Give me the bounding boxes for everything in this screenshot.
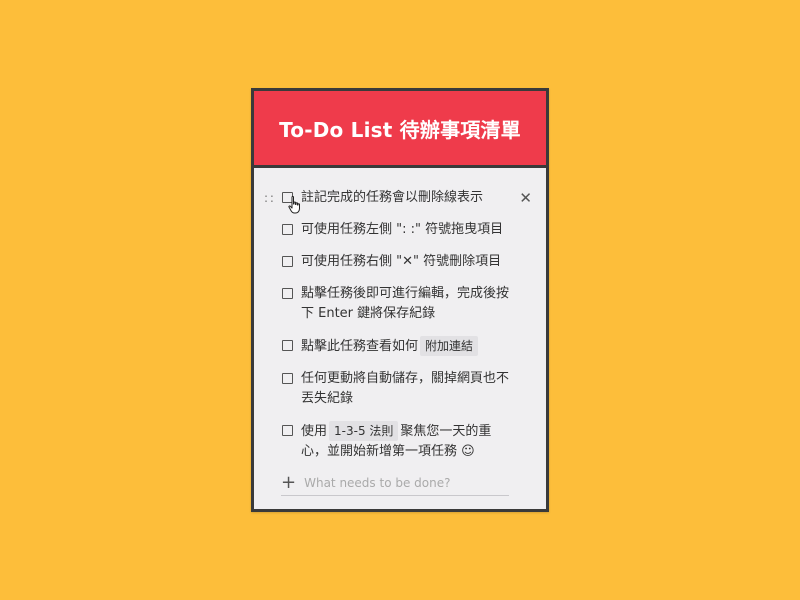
add-task-row: + [281,474,509,496]
task-checkbox[interactable] [282,425,293,436]
plus-icon[interactable]: + [281,474,296,492]
task-text[interactable]: 點擊此任務查看如何 附加連結 [301,336,516,357]
task-text[interactable]: 可使用任務左側 ": :" 符號拖曳項目 [301,220,516,240]
todo-card: To-Do List 待辦事項清單 : : 註記完成的任務會以刪除線表示 ✕ 可使用任… [251,88,549,512]
task-checkbox[interactable] [282,288,293,299]
drag-handle-icon[interactable]: : : [264,188,274,208]
task-checkbox[interactable] [282,224,293,235]
task-text[interactable]: 註記完成的任務會以刪除線表示 [301,188,516,208]
task-checkbox[interactable] [282,373,293,384]
task-text-segment: 使用 [301,424,328,439]
task-link-chip[interactable]: 附加連結 [420,336,479,356]
task-item[interactable]: 點擊此任務查看如何 附加連結 [254,336,546,357]
hand-pointer-icon [288,196,300,214]
task-text-segment: 可使用任務左側 ": :" 符號拖曳項目 [301,222,504,237]
close-icon[interactable]: ✕ [519,188,532,208]
task-checkbox[interactable] [282,256,293,267]
new-task-input[interactable] [304,476,505,490]
task-list: : : 註記完成的任務會以刪除線表示 ✕ 可使用任務左側 ": :" 符號拖曳項目 可使… [254,168,546,462]
task-link-chip[interactable]: 1-3-5 法則 [329,421,399,441]
task-text-segment: 可使用任務右側 "✕" 符號刪除項目 [301,254,502,269]
task-text-segment: 任何更動將自動儲存，關掉網頁也不丟失紀錄 [301,371,510,406]
card-header: To-Do List 待辦事項清單 [254,91,546,168]
page-title: To-Do List 待辦事項清單 [279,117,521,142]
task-item[interactable]: : : 註記完成的任務會以刪除線表示 ✕ [254,188,546,214]
task-text-segment: 點擊此任務查看如何 [301,339,419,354]
task-text[interactable]: 點擊任務後即可進行編輯，完成後按下 Enter 鍵將保存紀錄 [301,284,516,324]
task-item[interactable]: 可使用任務左側 ": :" 符號拖曳項目 [254,220,546,240]
task-text[interactable]: 使用 1-3-5 法則 聚焦您一天的重心，並開始新增第一項任務 ☺ [301,421,516,462]
task-item[interactable]: 點擊任務後即可進行編輯，完成後按下 Enter 鍵將保存紀錄 [254,284,546,324]
task-item[interactable]: 可使用任務右側 "✕" 符號刪除項目 [254,252,546,272]
task-checkbox[interactable] [282,340,293,351]
task-text[interactable]: 可使用任務右側 "✕" 符號刪除項目 [301,252,516,272]
task-item[interactable]: 使用 1-3-5 法則 聚焦您一天的重心，並開始新增第一項任務 ☺ [254,421,546,462]
task-text-segment: 註記完成的任務會以刪除線表示 [301,190,484,205]
task-item[interactable]: 任何更動將自動儲存，關掉網頁也不丟失紀錄 [254,369,546,409]
task-text-segment: 點擊任務後即可進行編輯，完成後按下 Enter 鍵將保存紀錄 [301,286,510,321]
task-text[interactable]: 任何更動將自動儲存，關掉網頁也不丟失紀錄 [301,369,516,409]
